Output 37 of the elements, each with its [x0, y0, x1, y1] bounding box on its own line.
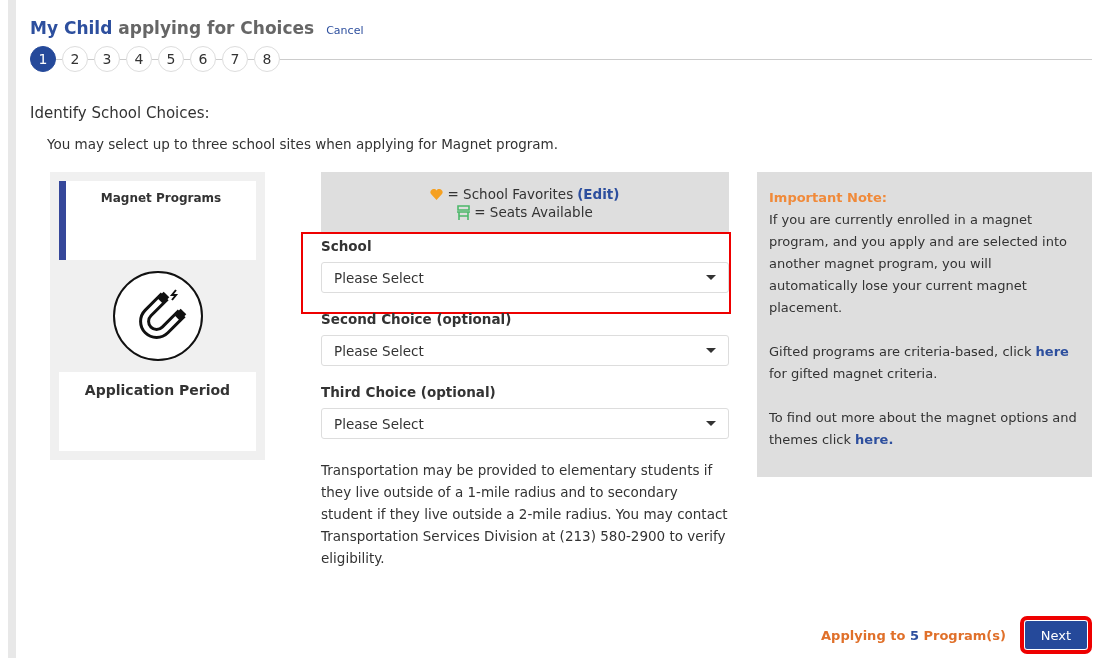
heart-icon — [430, 188, 444, 200]
step-indicator[interactable]: 8 — [254, 46, 280, 72]
step-indicator[interactable]: 4 — [126, 46, 152, 72]
field-label: School — [321, 238, 373, 254]
step-indicator[interactable]: 6 — [190, 46, 216, 72]
here-link[interactable]: here — [1035, 344, 1069, 359]
caret-icon — [706, 275, 716, 280]
school-select[interactable]: Please Select — [321, 262, 729, 293]
note-paragraph: To find out more about the magnet options and themes click here. — [769, 409, 1078, 449]
school-select[interactable]: Please Select — [321, 335, 729, 366]
legend-text: = Seats Available — [474, 204, 593, 220]
intro-text: You may select up to three school sites when applying for Magnet program. — [47, 136, 559, 152]
note-title: Important Note: — [769, 189, 889, 207]
note-paragraph: If you are currently enrolled in a magnet program, and you apply and are selected into another magnet program, you will automatically lose your current magnet placement. — [769, 211, 1068, 317]
sidebar-tab[interactable]: Magnet Programs — [59, 181, 256, 260]
step-indicator[interactable]: 7 — [222, 46, 248, 72]
magnet-icon — [111, 270, 204, 362]
step-indicator[interactable]: 5 — [158, 46, 184, 72]
step-indicator[interactable]: 2 — [62, 46, 88, 72]
page-title: My Child applying for Choices — [30, 18, 315, 38]
edit-link[interactable]: (Edit) — [577, 186, 620, 202]
caret-icon — [706, 348, 716, 353]
legend-text: = School Favorites — [447, 186, 574, 202]
field-label: Second Choice (optional) — [321, 311, 513, 327]
desk-icon — [457, 204, 471, 220]
program-count: Applying to 5 Program(s) — [821, 627, 1006, 643]
sidebar-tab[interactable]: Application Period — [59, 372, 256, 451]
note-paragraph: Gifted programs are criteria-based, click here for gifted magnet criteria. — [769, 343, 1070, 383]
step-indicator[interactable]: 3 — [94, 46, 120, 72]
caret-icon — [706, 421, 716, 426]
transportation-note: Transportation may be provided to elementary students if they live outside of a 1-mile radius and to secondary student if they live outside a 2-mile radius. You may contact Transportation Services Division at (213) 580-2900 to verify eligibility. — [321, 461, 729, 568]
school-select[interactable]: Please Select — [321, 408, 729, 439]
field-label: Third Choice (optional) — [321, 384, 497, 400]
cancel-link[interactable]: Cancel — [326, 24, 364, 37]
section-heading: Identify School Choices: — [30, 104, 211, 122]
step-indicator[interactable]: 1 — [30, 46, 56, 72]
here-link[interactable]: here. — [855, 432, 894, 447]
